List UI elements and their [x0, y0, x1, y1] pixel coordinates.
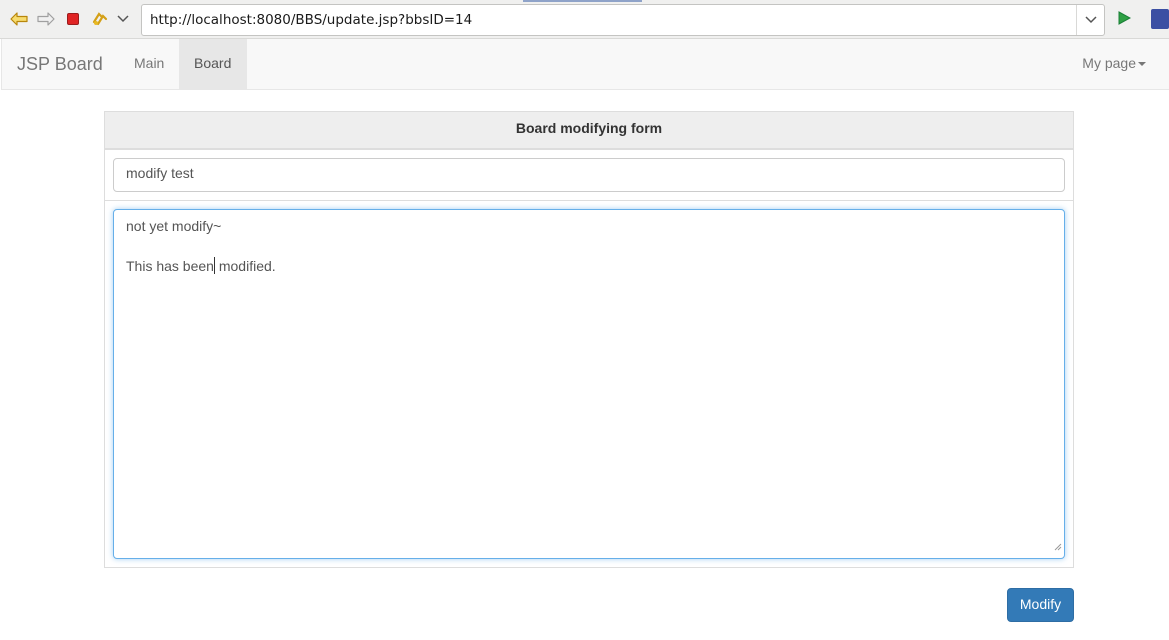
content-text-before-cursor: This has been [126, 258, 214, 274]
content-line: not yet modify~ [126, 218, 222, 234]
title-input[interactable]: modify test [113, 158, 1065, 192]
modify-button[interactable]: Modify [1007, 588, 1074, 622]
nav-item-board[interactable]: Board [179, 39, 247, 89]
stop-icon[interactable] [63, 9, 83, 29]
title-row: modify test [105, 150, 1073, 201]
extension-icon[interactable] [1151, 9, 1169, 29]
content-line: This has been modified. [126, 256, 1052, 276]
modify-form-table: Board modifying form modify test not yet… [104, 111, 1074, 568]
url-text[interactable]: http://localhost:8080/BBS/update.jsp?bbs… [150, 12, 472, 28]
url-dropdown-icon[interactable] [1076, 5, 1104, 35]
caret-down-icon [1138, 62, 1146, 67]
form-heading: Board modifying form [105, 112, 1073, 150]
content-textarea[interactable]: not yet modify~ This has been modified. [113, 209, 1065, 559]
back-arrow-icon[interactable] [9, 9, 29, 29]
reload-icon[interactable] [90, 9, 110, 29]
content-text-after-cursor: modified. [214, 258, 276, 274]
forward-arrow-icon[interactable] [36, 9, 56, 29]
address-bar[interactable]: http://localhost:8080/BBS/update.jsp?bbs… [141, 4, 1105, 36]
navbar-brand[interactable]: JSP Board [17, 54, 103, 75]
navbar: JSP Board Main Board My page [1, 39, 1169, 90]
my-page-label: My page [1082, 55, 1136, 71]
active-tab-indicator [523, 0, 642, 2]
history-dropdown-icon[interactable] [113, 9, 133, 29]
go-icon[interactable] [1117, 11, 1132, 28]
content-line [126, 236, 1052, 256]
nav-item-main[interactable]: Main [119, 39, 179, 89]
browser-toolbar: http://localhost:8080/BBS/update.jsp?bbs… [0, 0, 1169, 39]
nav-item-my-page[interactable]: My page [1067, 39, 1161, 89]
resize-grip-icon[interactable] [1054, 536, 1062, 556]
